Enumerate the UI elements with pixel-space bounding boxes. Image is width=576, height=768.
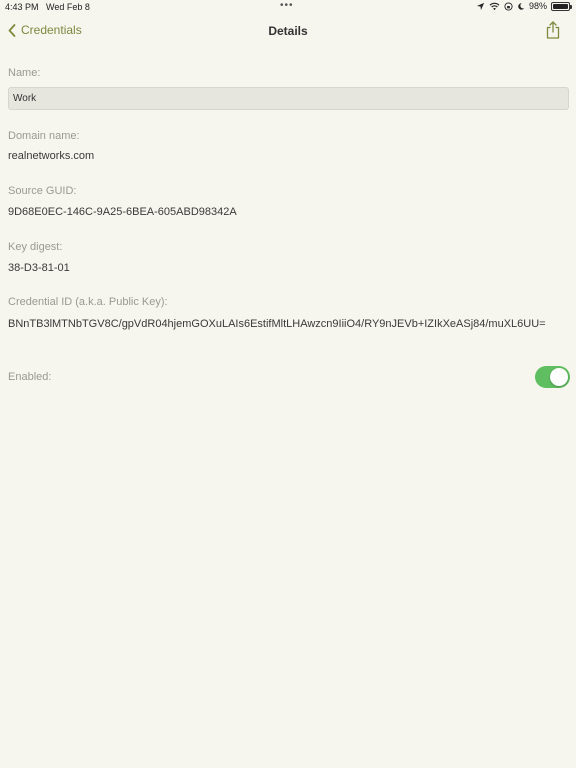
status-bar: 4:43 PM Wed Feb 8 ••• 98% (0, 0, 576, 14)
key-digest-value: 38-D3-81-01 (8, 262, 70, 274)
source-guid-label: Source GUID: (8, 185, 77, 197)
battery-percent: 98% (528, 1, 547, 11)
battery-icon (551, 1, 572, 11)
share-icon (546, 21, 560, 39)
wifi-icon (489, 2, 500, 11)
credential-id-label: Credential ID (a.k.a. Public Key): (8, 296, 168, 308)
name-label: Name: (8, 67, 41, 79)
toggle-knob (550, 368, 568, 386)
domain-label: Domain name: (8, 130, 80, 142)
page-title: Details (268, 24, 308, 38)
enabled-toggle[interactable] (535, 366, 570, 388)
credential-id-value: BNnTB3lMTNbTGV8C/gpVdR04hjemGOXuLAIs6Est… (8, 318, 546, 330)
multitasking-dots[interactable]: ••• (280, 0, 294, 11)
name-field[interactable]: Work (8, 87, 569, 110)
location-icon (476, 2, 485, 11)
battery-fill (553, 3, 568, 9)
key-digest-label: Key digest: (8, 241, 63, 253)
status-date: Wed Feb 8 (46, 2, 90, 12)
moon-icon (517, 2, 525, 11)
enabled-label: Enabled: (8, 371, 52, 383)
lock-rotation-icon (504, 1, 513, 11)
share-button[interactable] (546, 21, 560, 44)
status-time: 4:43 PM (5, 2, 39, 12)
navigation-bar: Credentials Details (0, 14, 576, 50)
domain-value: realnetworks.com (8, 150, 95, 162)
source-guid-value: 9D68E0EC-146C-9A25-6BEA-605ABD98342A (8, 206, 237, 218)
status-indicators: 98% (476, 1, 572, 11)
